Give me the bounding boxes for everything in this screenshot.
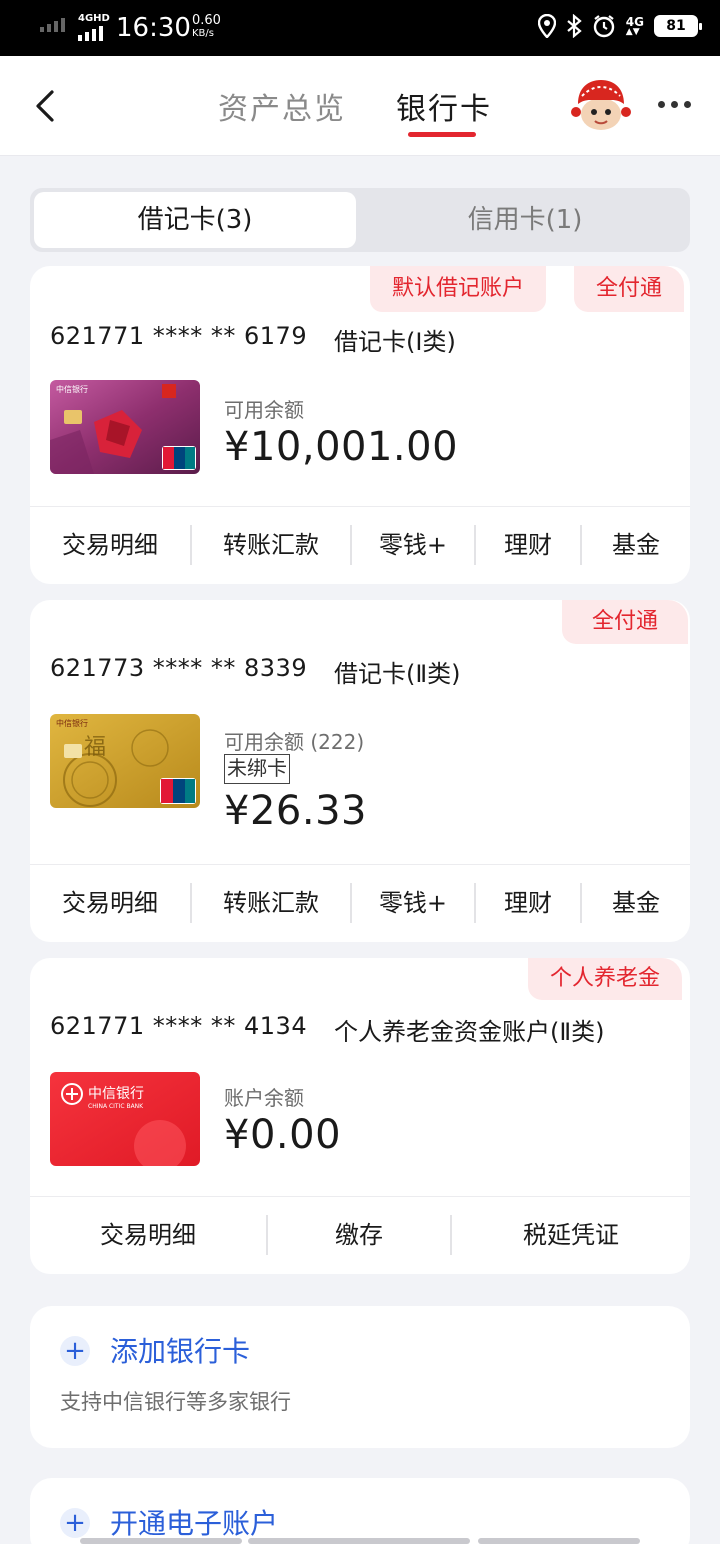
card-number: 621771 **** ** 6179: [50, 322, 308, 350]
speed-value: 0.60: [192, 13, 221, 28]
balance-amount: ¥0.00: [224, 1112, 342, 1158]
fund-button[interactable]: 基金: [582, 507, 690, 583]
card-bank-name: 中信银行: [56, 384, 88, 394]
svg-text:福: 福: [84, 735, 106, 760]
more-options-icon[interactable]: [658, 92, 698, 116]
open-e-account-title[interactable]: 开通电子账户: [110, 1502, 278, 1542]
deposit-button[interactable]: 缴存: [268, 1197, 450, 1273]
network-type: 4GHD: [78, 13, 110, 24]
bottom-tab-hint: [80, 1538, 242, 1544]
card-art-purple: 中信银行: [50, 380, 200, 474]
card-type: 个人养老金资金账户(Ⅱ类): [334, 1018, 605, 1046]
segment-credit-card[interactable]: 信用卡(1): [364, 192, 686, 248]
card-bank-name: 中信银行: [88, 1086, 144, 1102]
transaction-details-button[interactable]: 交易明细: [30, 1197, 266, 1273]
transaction-details-button[interactable]: 交易明细: [30, 865, 190, 941]
balance-label: 账户余额: [224, 1086, 304, 1110]
transfer-button[interactable]: 转账汇款: [192, 507, 350, 583]
active-tab-indicator: [408, 132, 476, 137]
card-type: 借记卡(Ⅰ类): [334, 328, 456, 356]
mascot-avatar[interactable]: [570, 74, 632, 136]
pension-badge: 个人养老金: [528, 958, 683, 1000]
status-bar: 4GHD 16:30 0.60 KB/s 4G ▲▼ 81: [0, 0, 720, 56]
debit-card-account-1[interactable]: 默认借记账户 全付通 621771 **** ** 6179 借记卡(Ⅰ类) 中…: [30, 266, 690, 584]
balance-count: (222): [310, 730, 365, 754]
balance-label-text: 可用余额: [224, 730, 304, 754]
card-art-gold: 福 中信银行: [50, 714, 200, 808]
debit-card-account-2[interactable]: 全付通 621773 **** ** 8339 借记卡(Ⅱ类) 福 中信银行 可…: [30, 600, 690, 942]
add-bank-card-subtitle: 支持中信银行等多家银行: [60, 1390, 291, 1414]
svg-text:CHINA CITIC BANK: CHINA CITIC BANK: [88, 1103, 144, 1110]
segment-debit-card[interactable]: 借记卡(3): [34, 192, 356, 248]
signal-sim1-icon: [40, 18, 65, 32]
wealth-management-button[interactable]: 理财: [476, 507, 580, 583]
open-e-account-panel[interactable]: + 开通电子账户: [30, 1478, 690, 1544]
card-actions: 交易明细 转账汇款 零钱+ 理财 基金: [30, 506, 690, 582]
card-number: 621773 **** ** 8339: [50, 654, 308, 682]
change-plus-button[interactable]: 零钱+: [352, 865, 474, 941]
tab-asset-overview[interactable]: 资产总览: [218, 84, 346, 128]
tab-bank-card[interactable]: 银行卡: [396, 84, 492, 128]
fund-button[interactable]: 基金: [582, 865, 690, 941]
svg-text:中信银行: 中信银行: [56, 718, 88, 728]
location-icon: [537, 14, 556, 38]
card-art-red: 中信银行 CHINA CITIC BANK: [50, 1072, 200, 1166]
nav-header: 资产总览 银行卡: [0, 56, 720, 156]
bottom-tab-hint: [248, 1538, 470, 1544]
card-type: 借记卡(Ⅱ类): [334, 660, 461, 688]
speed-unit: KB/s: [192, 28, 214, 39]
transaction-details-button[interactable]: 交易明细: [30, 507, 190, 583]
card-actions: 交易明细 转账汇款 零钱+ 理财 基金: [30, 864, 690, 940]
default-account-badge: 默认借记账户: [370, 266, 547, 312]
alarm-icon: [593, 15, 614, 38]
add-bank-card-title[interactable]: 添加银行卡: [110, 1330, 250, 1370]
back-arrow-icon[interactable]: [28, 86, 64, 126]
battery-icon: 81: [654, 15, 702, 37]
clock: 16:30: [116, 13, 191, 43]
change-plus-button[interactable]: 零钱+: [352, 507, 474, 583]
add-bank-card-panel[interactable]: + 添加银行卡 支持中信银行等多家银行: [30, 1306, 690, 1448]
plus-icon: +: [60, 1336, 90, 1366]
pension-account-card[interactable]: 个人养老金 621771 **** ** 4134 个人养老金资金账户(Ⅱ类) …: [30, 958, 690, 1274]
network-speed: 0.60 KB/s: [192, 14, 221, 40]
plus-icon: +: [60, 1508, 90, 1538]
card-actions: 交易明细 缴存 税延凭证: [30, 1196, 690, 1272]
quanfutong-badge: 全付通: [562, 600, 689, 644]
quanfutong-badge: 全付通: [574, 266, 685, 312]
bottom-tab-hint: [478, 1538, 640, 1544]
balance-amount: ¥10,001.00: [224, 424, 459, 470]
card-number: 621771 **** ** 4134: [50, 1012, 308, 1040]
wealth-management-button[interactable]: 理财: [476, 865, 580, 941]
network-4g-icon: 4G ▲▼: [625, 14, 644, 37]
bluetooth-icon: [567, 14, 582, 38]
transfer-button[interactable]: 转账汇款: [192, 865, 350, 941]
unbound-card-tag: 未绑卡: [224, 754, 290, 784]
tax-deferral-certificate-button[interactable]: 税延凭证: [452, 1197, 690, 1273]
signal-sim2-icon: 4GHD: [78, 14, 110, 41]
network-4g-label: 4G: [625, 14, 644, 29]
balance-amount: ¥26.33: [224, 788, 367, 834]
card-type-segment: 借记卡(3) 信用卡(1): [30, 188, 690, 252]
balance-label: 可用余额: [224, 398, 304, 422]
balance-label: 可用余额 (222): [224, 726, 364, 755]
